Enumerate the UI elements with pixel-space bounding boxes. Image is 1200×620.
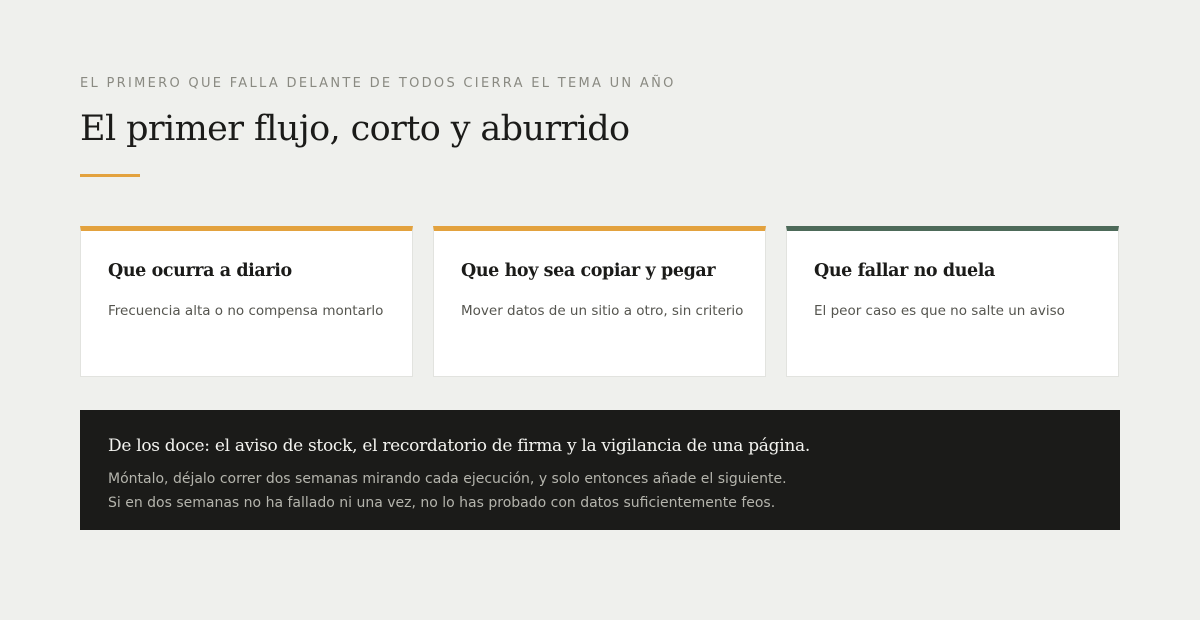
criteria-card-copy-paste: Que hoy sea copiar y pegar Mover datos d… xyxy=(433,226,766,377)
criteria-card-daily: Que ocurra a diario Frecuencia alta o no… xyxy=(80,226,413,377)
card-title: Que fallar no duela xyxy=(814,261,995,281)
card-description: El peor caso es que no salte un aviso xyxy=(814,303,1065,319)
recommendation-panel: De los doce: el aviso de stock, el recor… xyxy=(80,410,1120,530)
card-title: Que hoy sea copiar y pegar xyxy=(461,261,716,281)
recommendation-title: De los doce: el aviso de stock, el recor… xyxy=(108,436,810,456)
recommendation-line: Si en dos semanas no ha fallado ni una v… xyxy=(108,495,776,511)
recommendation-line: Móntalo, déjalo correr dos semanas miran… xyxy=(108,471,787,487)
page-title: El primer flujo, corto y aburrido xyxy=(80,109,630,149)
card-description: Mover datos de un sitio a otro, sin crit… xyxy=(461,303,744,319)
card-title: Que ocurra a diario xyxy=(108,261,292,281)
section-eyebrow: EL PRIMERO QUE FALLA DELANTE DE TODOS CI… xyxy=(80,76,676,91)
criteria-card-low-risk: Que fallar no duela El peor caso es que … xyxy=(786,226,1119,377)
card-description: Frecuencia alta o no compensa montarlo xyxy=(108,303,384,319)
criteria-cards: Que ocurra a diario Frecuencia alta o no… xyxy=(80,226,1120,377)
title-accent-rule xyxy=(80,174,140,177)
